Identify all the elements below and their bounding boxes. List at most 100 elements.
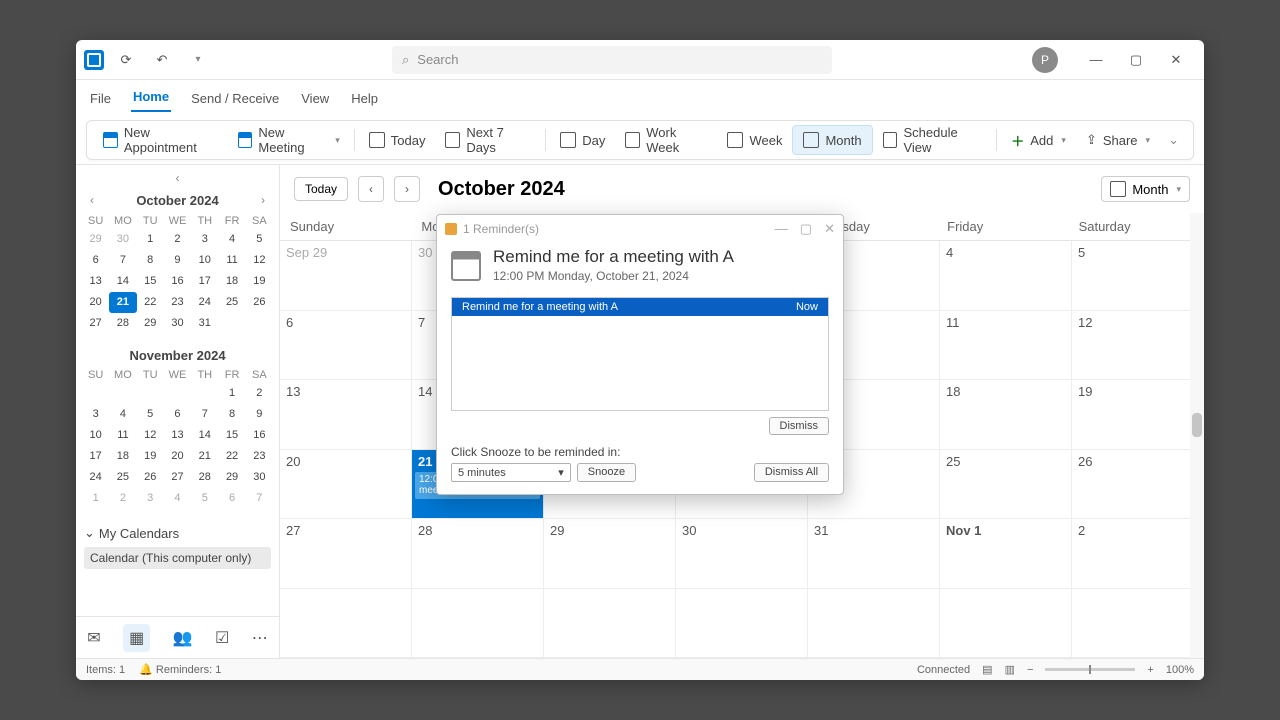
maximize-button[interactable]: ▢ [1116, 45, 1156, 75]
mini-day[interactable]: 12 [246, 250, 273, 271]
day-cell[interactable]: 2 [1072, 519, 1204, 589]
new-appointment-button[interactable]: New Appointment [93, 125, 228, 155]
dialog-maximize-button[interactable]: ▢ [800, 221, 812, 237]
day-cell[interactable] [412, 589, 544, 659]
mini-day[interactable]: 5 [137, 404, 164, 425]
add-button[interactable]: ＋Add▾ [1001, 125, 1076, 155]
mini-day[interactable]: 23 [246, 446, 273, 467]
snooze-button[interactable]: Snooze [577, 463, 636, 482]
day-cell[interactable]: Sep 29 [280, 241, 412, 311]
mini-day[interactable] [191, 383, 218, 404]
zoom-out-icon[interactable]: − [1027, 664, 1033, 676]
day-cell[interactable] [676, 589, 808, 659]
undo-icon[interactable]: ↶ [148, 46, 176, 74]
calendar-list-item[interactable]: Calendar (This computer only) [84, 547, 271, 569]
mini-day[interactable]: 10 [191, 250, 218, 271]
close-button[interactable]: ✕ [1156, 45, 1196, 75]
mini-day[interactable]: 29 [82, 229, 109, 250]
view-picker[interactable]: Month▾ [1101, 176, 1190, 202]
snooze-duration-select[interactable]: 5 minutes▾ [451, 463, 571, 482]
day-cell[interactable]: 13 [280, 380, 412, 450]
menu-help[interactable]: Help [349, 87, 380, 112]
day-cell[interactable]: 20 [280, 450, 412, 520]
mini-day[interactable]: 9 [246, 404, 273, 425]
mini-calendar-nov[interactable]: 1234567891011121314151617181920212223242… [76, 381, 279, 517]
mini-day[interactable]: 29 [218, 467, 245, 488]
mini-day[interactable]: 2 [246, 383, 273, 404]
mini-day[interactable]: 21 [109, 292, 136, 313]
view-reading-icon[interactable]: ▥ [1005, 663, 1015, 676]
mini-day[interactable]: 14 [109, 271, 136, 292]
mini-day[interactable]: 8 [137, 250, 164, 271]
mini-day[interactable]: 1 [137, 229, 164, 250]
mini-day[interactable]: 11 [218, 250, 245, 271]
mini-day[interactable] [164, 383, 191, 404]
dismiss-all-button[interactable]: Dismiss All [754, 463, 829, 482]
mini-day[interactable]: 2 [164, 229, 191, 250]
next-period-button[interactable]: › [394, 176, 420, 202]
menu-home[interactable]: Home [131, 85, 171, 112]
day-cell[interactable]: 11 [940, 311, 1072, 381]
day-cell[interactable]: 31 [808, 519, 940, 589]
day-cell[interactable]: Nov 1 [940, 519, 1072, 589]
mini-day[interactable]: 30 [164, 313, 191, 334]
mini-day[interactable]: 16 [246, 425, 273, 446]
prev-period-button[interactable]: ‹ [358, 176, 384, 202]
day-cell[interactable]: 6 [280, 311, 412, 381]
mini-day[interactable]: 30 [246, 467, 273, 488]
day-cell[interactable]: 27 [280, 519, 412, 589]
mini-day[interactable]: 18 [218, 271, 245, 292]
mini-day[interactable]: 24 [82, 467, 109, 488]
mini-day[interactable]: 13 [164, 425, 191, 446]
mini-day[interactable]: 1 [82, 488, 109, 509]
mini-day[interactable]: 29 [137, 313, 164, 334]
mini-day[interactable]: 20 [164, 446, 191, 467]
mini-day[interactable]: 8 [218, 404, 245, 425]
dismiss-button[interactable]: Dismiss [769, 417, 830, 435]
work-week-view-button[interactable]: Work Week [615, 125, 717, 155]
people-icon[interactable]: 👥 [173, 628, 193, 648]
menu-file[interactable]: File [88, 87, 113, 112]
mini-day[interactable]: 9 [164, 250, 191, 271]
mini-day[interactable]: 27 [164, 467, 191, 488]
today-button[interactable]: Today [359, 125, 436, 155]
mini-prev-month[interactable]: ‹ [84, 191, 100, 209]
ribbon-expand-icon[interactable]: ⌄ [1160, 132, 1187, 148]
share-button[interactable]: ⇪Share▾ [1076, 125, 1160, 155]
mini-day[interactable]: 5 [191, 488, 218, 509]
mini-day[interactable]: 28 [191, 467, 218, 488]
mini-day[interactable]: 16 [164, 271, 191, 292]
day-cell[interactable]: 28 [412, 519, 544, 589]
day-cell[interactable] [280, 589, 412, 659]
mini-next-month[interactable]: › [255, 191, 271, 209]
dialog-close-button[interactable]: ✕ [824, 221, 835, 237]
mini-day[interactable]: 21 [191, 446, 218, 467]
day-cell[interactable]: 25 [940, 450, 1072, 520]
mini-day[interactable] [82, 383, 109, 404]
day-cell[interactable]: 29 [544, 519, 676, 589]
mini-day[interactable]: 4 [109, 404, 136, 425]
mini-day[interactable] [109, 383, 136, 404]
mini-day[interactable]: 28 [109, 313, 136, 334]
more-icon[interactable]: ⋯ [252, 628, 268, 648]
mini-day[interactable]: 19 [137, 446, 164, 467]
mini-day[interactable]: 7 [246, 488, 273, 509]
goto-today-button[interactable]: Today [294, 177, 348, 201]
dialog-titlebar[interactable]: 1 Reminder(s) — ▢ ✕ [437, 215, 843, 243]
mini-day[interactable]: 7 [109, 250, 136, 271]
mini-day[interactable]: 6 [218, 488, 245, 509]
mini-day[interactable] [137, 383, 164, 404]
mini-day[interactable]: 30 [109, 229, 136, 250]
day-cell[interactable] [1072, 589, 1204, 659]
mini-day[interactable]: 24 [191, 292, 218, 313]
day-cell[interactable] [544, 589, 676, 659]
scrollbar[interactable] [1190, 213, 1204, 658]
quick-access-dropdown-icon[interactable]: ▾ [184, 46, 212, 74]
mini-day[interactable]: 15 [137, 271, 164, 292]
mini-day[interactable]: 2 [109, 488, 136, 509]
day-cell[interactable]: 5 [1072, 241, 1204, 311]
mini-day[interactable]: 3 [137, 488, 164, 509]
mini-day[interactable]: 3 [82, 404, 109, 425]
mini-day[interactable]: 3 [191, 229, 218, 250]
menu-view[interactable]: View [299, 87, 331, 112]
